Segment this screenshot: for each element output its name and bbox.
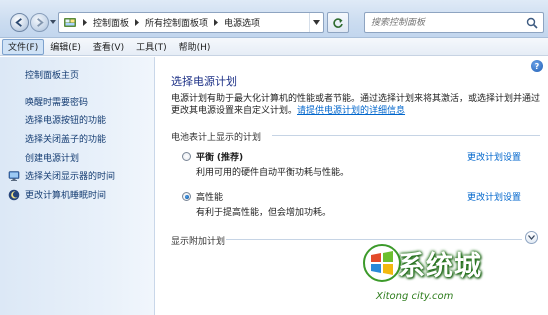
lid-close-link[interactable]: 选择关闭盖子的功能 xyxy=(25,132,106,145)
help-button[interactable]: ? xyxy=(531,60,543,72)
require-password-link[interactable]: 唤醒时需要密码 xyxy=(25,95,88,108)
moon-icon xyxy=(8,189,20,200)
search-input[interactable] xyxy=(371,14,521,31)
plans-section-label: 电池表计上显示的计划 xyxy=(171,133,262,143)
recommended-tag: (推荐) xyxy=(216,153,244,163)
control-panel-icon xyxy=(64,17,76,27)
task-pane: 控制面板主页 唤醒时需要密码 选择电源按钮的功能 选择关闭盖子的功能 创建电源计… xyxy=(0,57,155,315)
high-performance-change-settings-link[interactable]: 更改计划设置 xyxy=(467,190,521,203)
breadcrumb-separator-icon xyxy=(83,19,87,26)
watermark-logo-icon xyxy=(363,244,401,282)
back-button[interactable] xyxy=(10,13,29,32)
menu-bar: 文件(F) 编辑(E) 查看(V) 工具(T) 帮助(H) xyxy=(0,38,548,56)
forward-arrow-icon xyxy=(37,18,44,27)
menu-help[interactable]: 帮助(H) xyxy=(173,39,217,55)
breadcrumb-separator-icon[interactable] xyxy=(213,19,219,26)
watermark: 系统城 Xitong city.com xyxy=(362,240,546,312)
address-toolbar: 控制面板 所有控制面板项 电源选项 xyxy=(0,0,548,38)
watermark-brand: 系统城 xyxy=(398,251,482,282)
breadcrumb-separator-icon[interactable] xyxy=(134,19,140,26)
display-off-label: 选择关闭显示器的时间 xyxy=(25,172,116,182)
control-panel-home-link[interactable]: 控制面板主页 xyxy=(25,68,79,81)
chevron-down-icon xyxy=(313,20,320,25)
recent-pages-chevron-icon[interactable] xyxy=(50,18,56,26)
create-plan-link[interactable]: 创建电源计划 xyxy=(25,151,79,164)
page-title: 选择电源计划 xyxy=(171,75,237,88)
address-dropdown-button[interactable] xyxy=(309,13,323,32)
page-description: 电源计划有助于最大化计算机的性能或者节能。通过选择计划来将其激活，或选择计划并通… xyxy=(171,93,541,117)
balanced-plan-title: 平衡 xyxy=(196,153,215,163)
sleep-time-link[interactable]: 更改计算机睡眠时间 xyxy=(8,188,106,201)
search-box[interactable] xyxy=(364,12,544,33)
search-icon[interactable] xyxy=(526,17,538,29)
menu-tools[interactable]: 工具(T) xyxy=(130,39,173,55)
menu-file[interactable]: 文件(F) xyxy=(2,38,45,55)
menu-view[interactable]: 查看(V) xyxy=(87,39,130,55)
breadcrumb-control-panel[interactable]: 控制面板 xyxy=(93,16,129,29)
high-performance-plan-radio[interactable] xyxy=(182,192,191,201)
refresh-button[interactable] xyxy=(327,12,349,33)
forward-button[interactable] xyxy=(30,13,49,32)
breadcrumb-power-options[interactable]: 电源选项 xyxy=(224,16,260,29)
additional-plans-label[interactable]: 显示附加计划 xyxy=(171,234,225,247)
back-arrow-icon xyxy=(15,18,22,27)
balanced-plan-name[interactable]: 平衡 (推荐) xyxy=(196,150,243,163)
high-performance-plan-description: 有利于提高性能，但会增加功耗。 xyxy=(196,208,332,218)
monitor-icon xyxy=(8,170,20,181)
section-divider xyxy=(272,135,540,136)
sleep-time-label: 更改计算机睡眠时间 xyxy=(25,191,107,201)
watermark-url: Xitong city.com xyxy=(376,291,454,302)
breadcrumb-all-items[interactable]: 所有控制面板项 xyxy=(145,16,208,29)
refresh-icon xyxy=(333,17,343,28)
balanced-change-settings-link[interactable]: 更改计划设置 xyxy=(467,150,521,163)
menu-edit[interactable]: 编辑(E) xyxy=(44,39,87,55)
breadcrumb: 控制面板 所有控制面板项 电源选项 xyxy=(77,13,260,32)
display-off-link[interactable]: 选择关闭显示器的时间 xyxy=(8,169,115,182)
power-button-link[interactable]: 选择电源按钮的功能 xyxy=(25,113,106,126)
address-box[interactable]: 控制面板 所有控制面板项 电源选项 xyxy=(58,12,324,33)
balanced-plan-description: 利用可用的硬件自动平衡功耗与性能。 xyxy=(196,168,350,178)
high-performance-plan-name[interactable]: 高性能 xyxy=(196,190,223,203)
plan-details-link[interactable]: 请提供电源计划的详细信息 xyxy=(297,106,405,116)
balanced-plan-radio[interactable] xyxy=(182,152,191,161)
